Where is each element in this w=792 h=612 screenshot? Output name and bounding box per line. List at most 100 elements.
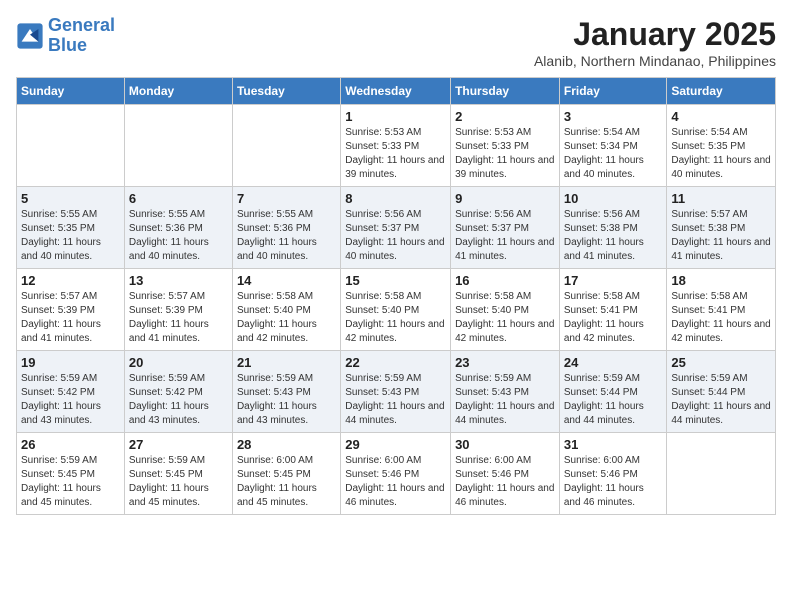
day-number: 27 xyxy=(129,437,228,452)
day-number: 17 xyxy=(564,273,663,288)
page-header: General Blue January 2025 Alanib, Northe… xyxy=(16,16,776,69)
day-number: 8 xyxy=(345,191,446,206)
logo-text: General Blue xyxy=(48,16,115,56)
day-info: Sunrise: 5:59 AMSunset: 5:45 PMDaylight:… xyxy=(21,454,120,510)
day-number: 22 xyxy=(345,355,446,370)
calendar-cell: 15Sunrise: 5:58 AMSunset: 5:40 PMDayligh… xyxy=(341,269,451,351)
logo: General Blue xyxy=(16,16,115,56)
day-info: Sunrise: 5:57 AMSunset: 5:39 PMDaylight:… xyxy=(21,290,120,346)
day-info: Sunrise: 5:58 AMSunset: 5:41 PMDaylight:… xyxy=(671,290,771,346)
week-row-4: 19Sunrise: 5:59 AMSunset: 5:42 PMDayligh… xyxy=(17,351,776,433)
day-number: 7 xyxy=(237,191,336,206)
day-info: Sunrise: 5:54 AMSunset: 5:34 PMDaylight:… xyxy=(564,126,663,182)
calendar-cell xyxy=(17,105,125,187)
calendar-cell: 14Sunrise: 5:58 AMSunset: 5:40 PMDayligh… xyxy=(232,269,340,351)
calendar-cell: 9 Sunrise: 5:56 AMSunset: 5:37 PMDaylight… xyxy=(451,187,560,269)
day-info: Sunrise: 5:53 AMSunset: 5:33 PMDaylight:… xyxy=(345,126,446,182)
calendar-cell: 17 Sunrise: 5:58 AMSunset: 5:41 PMDayligh… xyxy=(559,269,667,351)
day-info: Sunrise: 5:59 AMSunset: 5:43 PMDaylight:… xyxy=(455,372,555,428)
week-row-1: 1 Sunrise: 5:53 AMSunset: 5:33 PMDaylight… xyxy=(17,105,776,187)
weekday-monday: Monday xyxy=(124,78,232,105)
calendar-cell: 18 Sunrise: 5:58 AMSunset: 5:41 PMDayligh… xyxy=(667,269,776,351)
day-info: Sunrise: 5:58 AMSunset: 5:41 PMDaylight:… xyxy=(564,290,663,346)
calendar-cell: 22 Sunrise: 5:59 AMSunset: 5:43 PMDayligh… xyxy=(341,351,451,433)
logo-line1: General xyxy=(48,15,115,35)
day-number: 26 xyxy=(21,437,120,452)
day-info: Sunrise: 6:00 AMSunset: 5:46 PMDaylight:… xyxy=(455,454,555,510)
calendar-table: SundayMondayTuesdayWednesdayThursdayFrid… xyxy=(16,77,776,515)
day-number: 20 xyxy=(129,355,228,370)
day-number: 2 xyxy=(455,109,555,124)
day-info: Sunrise: 5:59 AMSunset: 5:42 PMDaylight:… xyxy=(129,372,228,428)
day-number: 24 xyxy=(564,355,663,370)
day-number: 13 xyxy=(129,273,228,288)
calendar-cell: 27 Sunrise: 5:59 AMSunset: 5:45 PMDayligh… xyxy=(124,433,232,515)
calendar-cell: 13 Sunrise: 5:57 AMSunset: 5:39 PMDayligh… xyxy=(124,269,232,351)
day-info: Sunrise: 5:59 AMSunset: 5:44 PMDaylight:… xyxy=(671,372,771,428)
weekday-thursday: Thursday xyxy=(451,78,560,105)
day-number: 3 xyxy=(564,109,663,124)
day-info: Sunrise: 6:00 AMSunset: 5:46 PMDaylight:… xyxy=(564,454,663,510)
day-info: Sunrise: 5:59 AMSunset: 5:45 PMDaylight:… xyxy=(129,454,228,510)
calendar-cell: 28 Sunrise: 6:00 AMSunset: 5:45 PMDayligh… xyxy=(232,433,340,515)
day-info: Sunrise: 5:55 AMSunset: 5:36 PMDaylight:… xyxy=(237,208,336,264)
day-info: Sunrise: 5:59 AMSunset: 5:42 PMDaylight:… xyxy=(21,372,120,428)
calendar-cell: 4Sunrise: 5:54 AMSunset: 5:35 PMDaylight… xyxy=(667,105,776,187)
day-number: 11 xyxy=(671,191,771,206)
day-info: Sunrise: 5:57 AMSunset: 5:39 PMDaylight:… xyxy=(129,290,228,346)
calendar-cell: 7 Sunrise: 5:55 AMSunset: 5:36 PMDaylight… xyxy=(232,187,340,269)
day-number: 1 xyxy=(345,109,446,124)
day-number: 10 xyxy=(564,191,663,206)
day-info: Sunrise: 5:56 AMSunset: 5:37 PMDaylight:… xyxy=(455,208,555,264)
calendar-cell: 2 Sunrise: 5:53 AMSunset: 5:33 PMDaylight… xyxy=(451,105,560,187)
calendar-cell: 25 Sunrise: 5:59 AMSunset: 5:44 PMDayligh… xyxy=(667,351,776,433)
calendar-cell: 20 Sunrise: 5:59 AMSunset: 5:42 PMDayligh… xyxy=(124,351,232,433)
logo-line2: Blue xyxy=(48,35,87,55)
day-info: Sunrise: 5:53 AMSunset: 5:33 PMDaylight:… xyxy=(455,126,555,182)
day-info: Sunrise: 5:55 AMSunset: 5:35 PMDaylight:… xyxy=(21,208,120,264)
calendar-cell xyxy=(124,105,232,187)
week-row-3: 12 Sunrise: 5:57 AMSunset: 5:39 PMDayligh… xyxy=(17,269,776,351)
day-number: 18 xyxy=(671,273,771,288)
calendar-cell: 23 Sunrise: 5:59 AMSunset: 5:43 PMDayligh… xyxy=(451,351,560,433)
day-number: 14 xyxy=(237,273,336,288)
calendar-cell: 26 Sunrise: 5:59 AMSunset: 5:45 PMDayligh… xyxy=(17,433,125,515)
day-number: 9 xyxy=(455,191,555,206)
month-title: January 2025 xyxy=(534,16,776,53)
day-info: Sunrise: 6:00 AMSunset: 5:45 PMDaylight:… xyxy=(237,454,336,510)
day-number: 31 xyxy=(564,437,663,452)
day-info: Sunrise: 6:00 AMSunset: 5:46 PMDaylight:… xyxy=(345,454,446,510)
day-number: 23 xyxy=(455,355,555,370)
day-number: 6 xyxy=(129,191,228,206)
day-number: 4 xyxy=(671,109,771,124)
calendar-cell xyxy=(232,105,340,187)
calendar-cell: 8 Sunrise: 5:56 AMSunset: 5:37 PMDaylight… xyxy=(341,187,451,269)
day-info: Sunrise: 5:56 AMSunset: 5:38 PMDaylight:… xyxy=(564,208,663,264)
day-number: 28 xyxy=(237,437,336,452)
day-info: Sunrise: 5:56 AMSunset: 5:37 PMDaylight:… xyxy=(345,208,446,264)
day-number: 12 xyxy=(21,273,120,288)
calendar-cell: 19Sunrise: 5:59 AMSunset: 5:42 PMDayligh… xyxy=(17,351,125,433)
day-number: 30 xyxy=(455,437,555,452)
day-number: 5 xyxy=(21,191,120,206)
day-number: 15 xyxy=(345,273,446,288)
day-number: 25 xyxy=(671,355,771,370)
calendar-cell: 3 Sunrise: 5:54 AMSunset: 5:34 PMDaylight… xyxy=(559,105,667,187)
day-info: Sunrise: 5:58 AMSunset: 5:40 PMDaylight:… xyxy=(455,290,555,346)
weekday-friday: Friday xyxy=(559,78,667,105)
day-info: Sunrise: 5:59 AMSunset: 5:43 PMDaylight:… xyxy=(345,372,446,428)
location-title: Alanib, Northern Mindanao, Philippines xyxy=(534,53,776,69)
weekday-header-row: SundayMondayTuesdayWednesdayThursdayFrid… xyxy=(17,78,776,105)
weekday-saturday: Saturday xyxy=(667,78,776,105)
day-info: Sunrise: 5:59 AMSunset: 5:43 PMDaylight:… xyxy=(237,372,336,428)
calendar-cell: 24Sunrise: 5:59 AMSunset: 5:44 PMDayligh… xyxy=(559,351,667,433)
calendar-cell: 31 Sunrise: 6:00 AMSunset: 5:46 PMDayligh… xyxy=(559,433,667,515)
day-number: 16 xyxy=(455,273,555,288)
day-info: Sunrise: 5:57 AMSunset: 5:38 PMDaylight:… xyxy=(671,208,771,264)
day-number: 21 xyxy=(237,355,336,370)
calendar-cell: 12 Sunrise: 5:57 AMSunset: 5:39 PMDayligh… xyxy=(17,269,125,351)
calendar-body: 1 Sunrise: 5:53 AMSunset: 5:33 PMDaylight… xyxy=(17,105,776,515)
day-number: 29 xyxy=(345,437,446,452)
calendar-cell: 30 Sunrise: 6:00 AMSunset: 5:46 PMDayligh… xyxy=(451,433,560,515)
week-row-5: 26 Sunrise: 5:59 AMSunset: 5:45 PMDayligh… xyxy=(17,433,776,515)
